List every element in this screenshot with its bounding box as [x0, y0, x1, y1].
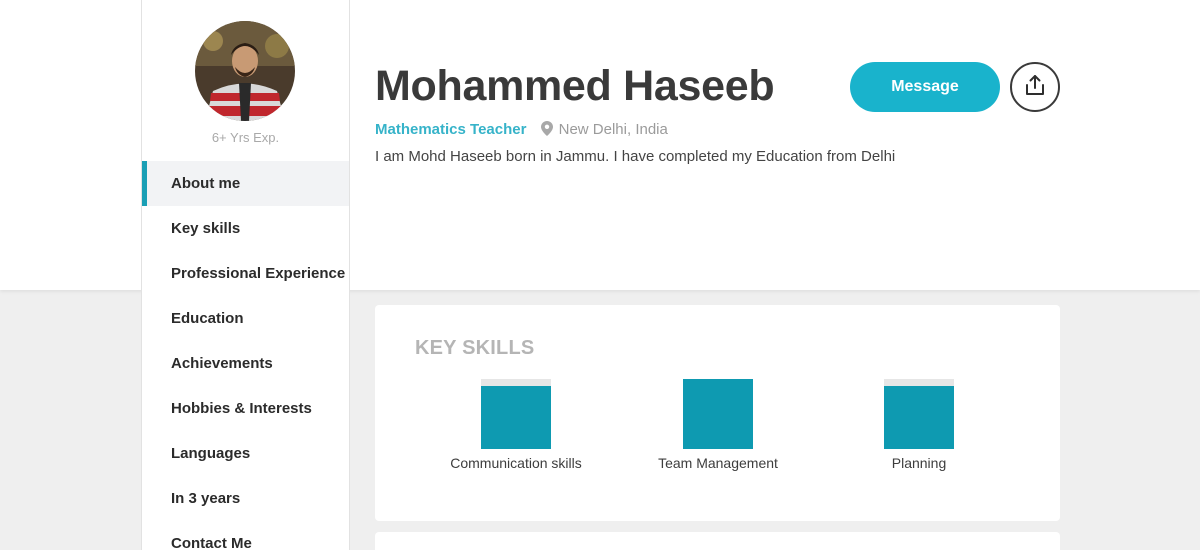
profile-role: Mathematics Teacher: [375, 121, 527, 138]
sidebar-item-in-3-years[interactable]: In 3 years: [142, 476, 349, 521]
sidebar-nav: About me Key skills Professional Experie…: [142, 161, 349, 550]
message-button[interactable]: Message: [850, 62, 1000, 112]
skill-level-bar: [481, 379, 551, 449]
sidebar-item-contact-me[interactable]: Contact Me: [142, 521, 349, 550]
skill-level-bar: [884, 379, 954, 449]
location-pin-icon: [540, 121, 553, 140]
skill-level-bar: [683, 379, 753, 449]
profile-bio: I am Mohd Haseeb born in Jammu. I have c…: [375, 148, 896, 165]
sidebar-item-education[interactable]: Education: [142, 296, 349, 341]
avatar: [195, 21, 295, 121]
sidebar: 6+ Yrs Exp. About me Key skills Professi…: [141, 0, 350, 550]
skill-item: Team Management: [618, 379, 818, 471]
share-upload-icon: [1025, 74, 1045, 101]
skill-level-fill: [884, 386, 954, 449]
sidebar-item-about-me[interactable]: About me: [142, 161, 349, 206]
profile-location: New Delhi, India: [558, 121, 668, 138]
profile-name: Mohammed Haseeb: [375, 62, 775, 110]
sidebar-item-key-skills[interactable]: Key skills: [142, 206, 349, 251]
skill-label: Planning: [891, 455, 947, 471]
experience-label: 6+ Yrs Exp.: [211, 130, 280, 145]
sidebar-item-languages[interactable]: Languages: [142, 431, 349, 476]
skill-item: Communication skills: [416, 379, 616, 471]
profile-location-wrap: New Delhi, India: [540, 121, 668, 140]
profile-subline: Mathematics Teacher New Delhi, India: [375, 121, 668, 140]
share-button[interactable]: [1010, 62, 1060, 112]
sidebar-item-achievements[interactable]: Achievements: [142, 341, 349, 386]
key-skills-card: KEY SKILLS Communication skills Team Man…: [375, 305, 1060, 521]
skill-level-fill: [683, 379, 753, 449]
sidebar-item-professional-experience[interactable]: Professional Experience: [142, 251, 349, 296]
skill-label: Communication skills: [450, 455, 582, 471]
skill-item: Planning: [819, 379, 1019, 471]
skill-level-fill: [481, 386, 551, 449]
skill-label: Team Management: [658, 455, 778, 471]
sidebar-item-hobbies-interests[interactable]: Hobbies & Interests: [142, 386, 349, 431]
next-section-card: [375, 532, 1060, 550]
profile-header: Mohammed Haseeb Mathematics Teacher New …: [375, 0, 1075, 290]
key-skills-title: KEY SKILLS: [415, 337, 535, 359]
